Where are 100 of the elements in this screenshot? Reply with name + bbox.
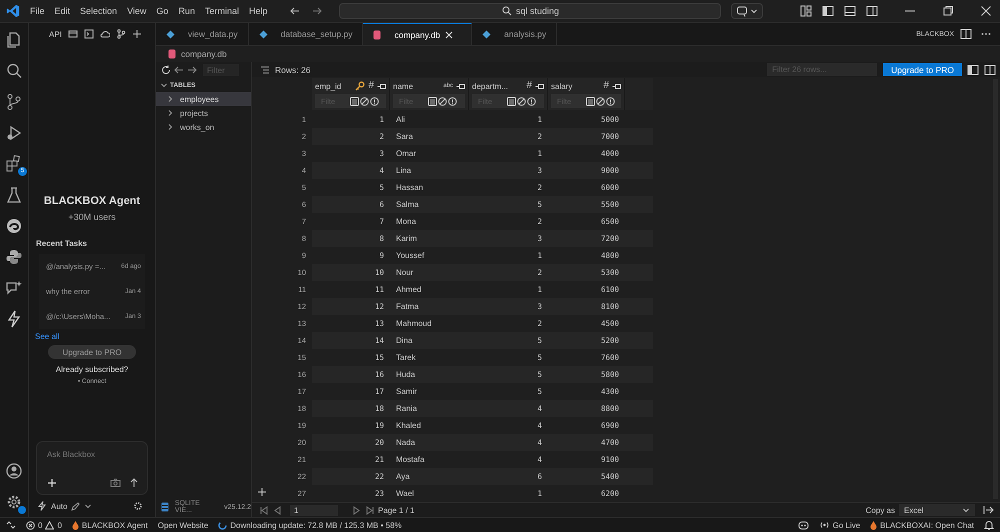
api-label[interactable]: API (49, 30, 62, 38)
list-icon[interactable] (350, 96, 359, 106)
list-icon[interactable] (507, 96, 516, 106)
previous-page-icon[interactable] (273, 506, 282, 515)
pin-icon[interactable] (612, 82, 621, 91)
column-name[interactable]: emp_id (315, 82, 352, 91)
send-arrow-icon[interactable] (129, 478, 139, 488)
upgrade-button[interactable]: Upgrade to PRO (883, 63, 962, 76)
close-icon[interactable] (445, 30, 454, 38)
pin-icon[interactable] (535, 82, 544, 91)
page-field[interactable]: 1 (290, 504, 338, 516)
forward-arrow-icon[interactable] (311, 5, 324, 17)
python-icon[interactable] (5, 248, 23, 266)
list-icon[interactable] (260, 64, 270, 75)
copilot-icon[interactable] (798, 520, 809, 530)
plus-icon[interactable] (47, 478, 57, 488)
info-icon[interactable] (606, 96, 615, 106)
table-cell-text: Youssef (395, 250, 426, 262)
close-icon[interactable] (980, 5, 992, 17)
menu-item[interactable]: Terminal (204, 6, 239, 16)
chat-sparkle-icon[interactable] (5, 279, 23, 297)
column-name[interactable]: name (393, 82, 440, 91)
list-icon[interactable] (586, 96, 595, 106)
info-icon[interactable] (527, 96, 536, 106)
menu-item[interactable]: Help (248, 6, 268, 16)
mode-selector[interactable]: Auto (51, 502, 68, 510)
column-name[interactable]: salary (551, 82, 600, 91)
menu-item[interactable]: File (30, 6, 45, 16)
remote-icon[interactable] (6, 520, 16, 530)
editor-tab[interactable]: analysis.py (472, 23, 558, 45)
problems-indicator[interactable]: 0 0 (26, 520, 62, 530)
chevron-down-icon[interactable] (160, 81, 168, 89)
sidebar-toggle-icon[interactable] (822, 5, 834, 17)
secondary-sidebar-icon[interactable] (866, 5, 878, 17)
menu-item[interactable]: Run (178, 6, 195, 16)
settings-icon[interactable] (5, 493, 23, 511)
first-page-icon[interactable] (260, 506, 269, 515)
column-name[interactable]: departm... (472, 82, 524, 91)
chevron-down-icon[interactable] (84, 502, 92, 510)
restore-icon[interactable] (942, 5, 954, 17)
see-all-link[interactable]: See all (35, 332, 60, 341)
breadcrumb-item[interactable]: company.db (181, 49, 227, 59)
block-icon[interactable] (360, 96, 369, 106)
format-dropdown[interactable]: Excel (899, 504, 975, 516)
browser-icon[interactable] (5, 217, 23, 235)
info-icon[interactable] (370, 96, 379, 106)
ask-field[interactable]: Ask Blackbox (47, 450, 137, 459)
next-page-icon[interactable] (352, 506, 361, 515)
editor-tab[interactable]: company.db (363, 23, 472, 45)
sidebar-toggle-icon[interactable] (967, 64, 979, 76)
card-icon[interactable] (68, 29, 78, 39)
terminal-icon[interactable] (84, 29, 94, 39)
pin-icon[interactable] (456, 82, 465, 91)
cloud-icon[interactable] (100, 29, 110, 39)
info-icon[interactable] (448, 96, 457, 106)
account-icon[interactable] (5, 462, 23, 480)
flask-icon[interactable] (5, 186, 23, 204)
menu-item[interactable]: Selection (80, 6, 118, 16)
open-chat-button[interactable]: BLACKBOXAI: Open Chat (870, 520, 974, 530)
list-icon[interactable] (428, 96, 437, 106)
block-icon[interactable] (596, 96, 605, 106)
add-row-icon[interactable] (257, 487, 267, 498)
go-live-button[interactable]: Go Live (818, 520, 860, 530)
menu-item[interactable]: View (127, 6, 146, 16)
panel-toggle-icon[interactable] (844, 5, 856, 17)
table-item[interactable]: works_on (156, 120, 251, 134)
table-item[interactable]: employees (156, 92, 251, 106)
export-icon[interactable] (983, 505, 994, 516)
pencil-icon[interactable] (71, 502, 80, 510)
split-editor-icon[interactable] (960, 28, 972, 40)
extensions-icon[interactable] (5, 155, 23, 173)
forward-arrow-icon[interactable] (187, 65, 197, 75)
last-page-icon[interactable] (365, 506, 374, 515)
bell-icon[interactable] (984, 520, 994, 530)
search-field[interactable]: sql studing (339, 3, 722, 19)
plus-icon[interactable] (132, 29, 142, 39)
back-arrow-icon[interactable] (174, 65, 184, 75)
menu-item[interactable]: Edit (54, 6, 70, 16)
lightning-icon[interactable] (5, 310, 23, 328)
camera-icon[interactable] (110, 478, 121, 488)
pin-icon[interactable] (377, 82, 386, 91)
refresh-icon[interactable] (161, 65, 171, 75)
split-panel-icon[interactable] (984, 64, 996, 76)
back-arrow-icon[interactable] (289, 5, 302, 17)
branch-icon[interactable] (116, 29, 126, 39)
layout-icon[interactable] (800, 5, 812, 17)
editor-tab[interactable]: view_data.py (156, 23, 249, 45)
block-icon[interactable] (438, 96, 447, 106)
lightning-icon[interactable] (37, 501, 47, 511)
block-icon[interactable] (517, 96, 526, 106)
open-website-link[interactable]: Open Website (158, 520, 208, 530)
source-control-icon[interactable] (5, 93, 23, 111)
menu-item[interactable]: Go (156, 6, 168, 16)
search-icon[interactable] (5, 62, 23, 80)
chat-menu-button[interactable] (731, 3, 764, 19)
gear-icon[interactable] (133, 501, 143, 511)
run-debug-icon[interactable] (5, 124, 23, 142)
agent-status[interactable]: BLACKBOX Agent (72, 520, 148, 530)
upgrade-button[interactable]: Upgrade to PRO (48, 345, 136, 359)
table-item[interactable]: projects (156, 106, 251, 120)
